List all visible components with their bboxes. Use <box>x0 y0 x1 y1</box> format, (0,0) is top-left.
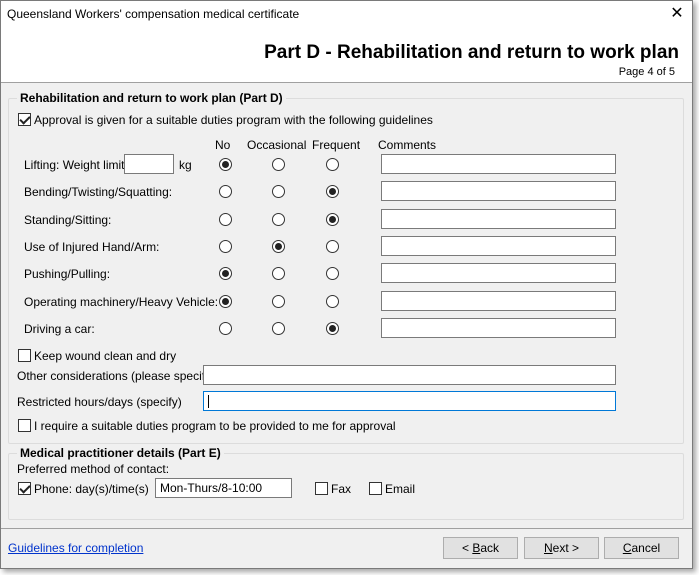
page-indicator: Page 4 of 5 <box>618 66 675 78</box>
radio-no[interactable] <box>219 158 232 171</box>
restricted-hours-input[interactable] <box>203 391 616 411</box>
email-checkbox[interactable] <box>369 482 382 495</box>
comment-input[interactable] <box>381 209 616 229</box>
footer-bar: Guidelines for completion < Back Next > … <box>1 528 692 568</box>
cancel-rest: ancel <box>631 541 661 555</box>
activity-label: Pushing/Pulling: <box>24 267 111 281</box>
activity-label: Operating machinery/Heavy Vehicle: <box>24 295 219 309</box>
col-header-comments: Comments <box>378 138 437 152</box>
comment-input[interactable] <box>381 181 616 201</box>
col-header-occasional: Occasional <box>247 138 307 152</box>
radio-frequent[interactable] <box>326 240 339 253</box>
email-label: Email <box>385 482 416 496</box>
guidelines-link[interactable]: Guidelines for completion <box>8 541 143 555</box>
page-title: Part D - Rehabilitation and return to wo… <box>264 42 679 63</box>
activity-label: Standing/Sitting: <box>24 213 112 227</box>
radio-occasional[interactable] <box>272 295 285 308</box>
part-d-title: Rehabilitation and return to work plan (… <box>17 91 286 105</box>
require-program-label: I require a suitable duties program to b… <box>34 419 396 433</box>
activity-label: Driving a car: <box>24 322 95 336</box>
next-rest: ext > <box>552 541 580 555</box>
comment-input[interactable] <box>381 318 616 338</box>
comment-input[interactable] <box>381 263 616 283</box>
radio-no[interactable] <box>219 240 232 253</box>
close-icon[interactable]: ✕ <box>662 1 692 27</box>
radio-frequent[interactable] <box>326 213 339 226</box>
radio-occasional[interactable] <box>272 213 285 226</box>
contact-method-label: Preferred method of contact: <box>17 462 170 476</box>
radio-occasional[interactable] <box>272 158 285 171</box>
approval-checkbox[interactable] <box>18 113 31 126</box>
radio-no[interactable] <box>219 213 232 226</box>
activity-label: Bending/Twisting/Squatting: <box>24 185 173 199</box>
radio-no[interactable] <box>219 185 232 198</box>
weight-limit-input[interactable] <box>124 154 174 174</box>
radio-occasional[interactable] <box>272 240 285 253</box>
dialog-window: Queensland Workers' compensation medical… <box>0 0 693 569</box>
radio-frequent[interactable] <box>326 322 339 335</box>
phone-times-input[interactable]: Mon-Thurs/8-10:00 <box>155 478 292 498</box>
comment-input[interactable] <box>381 291 616 311</box>
back-button[interactable]: < Back <box>443 537 518 559</box>
radio-no[interactable] <box>219 322 232 335</box>
next-accel-key: N <box>543 541 553 555</box>
radio-frequent[interactable] <box>326 267 339 280</box>
radio-frequent[interactable] <box>326 185 339 198</box>
back-rest: ack <box>480 541 500 555</box>
col-header-no: No <box>215 138 231 152</box>
radio-frequent[interactable] <box>326 295 339 308</box>
phone-checkbox[interactable] <box>18 482 31 495</box>
radio-occasional[interactable] <box>272 267 285 280</box>
fax-label: Fax <box>331 482 352 496</box>
title-bar: Queensland Workers' compensation medical… <box>1 1 692 28</box>
fax-checkbox[interactable] <box>315 482 328 495</box>
radio-no[interactable] <box>219 267 232 280</box>
page-header: Part D - Rehabilitation and return to wo… <box>1 28 692 83</box>
comment-input[interactable] <box>381 154 616 174</box>
radio-occasional[interactable] <box>272 185 285 198</box>
comment-input[interactable] <box>381 236 616 256</box>
part-e-title: Medical practitioner details (Part E) <box>17 446 224 460</box>
approval-label: Approval is given for a suitable duties … <box>34 113 433 127</box>
activity-label: Use of Injured Hand/Arm: <box>24 240 160 254</box>
phone-label: Phone: day(s)/time(s) <box>34 482 149 496</box>
wound-checkbox[interactable] <box>18 349 31 362</box>
next-button[interactable]: Next > <box>524 537 599 559</box>
col-header-frequent: Frequent <box>312 138 361 152</box>
other-considerations-label: Other considerations (please specify) <box>17 369 216 383</box>
other-considerations-input[interactable] <box>203 365 616 385</box>
weight-unit-label: kg <box>179 158 192 172</box>
restricted-hours-label: Restricted hours/days (specify) <box>17 395 182 409</box>
wound-label: Keep wound clean and dry <box>34 349 177 363</box>
radio-frequent[interactable] <box>326 158 339 171</box>
text-caret <box>208 395 209 408</box>
require-program-checkbox[interactable] <box>18 419 31 432</box>
window-title: Queensland Workers' compensation medical… <box>7 7 300 21</box>
radio-occasional[interactable] <box>272 322 285 335</box>
activity-label: Lifting: Weight limit <box>24 158 125 172</box>
radio-no[interactable] <box>219 295 232 308</box>
back-prefix: < <box>461 541 473 555</box>
cancel-button[interactable]: Cancel <box>604 537 679 559</box>
